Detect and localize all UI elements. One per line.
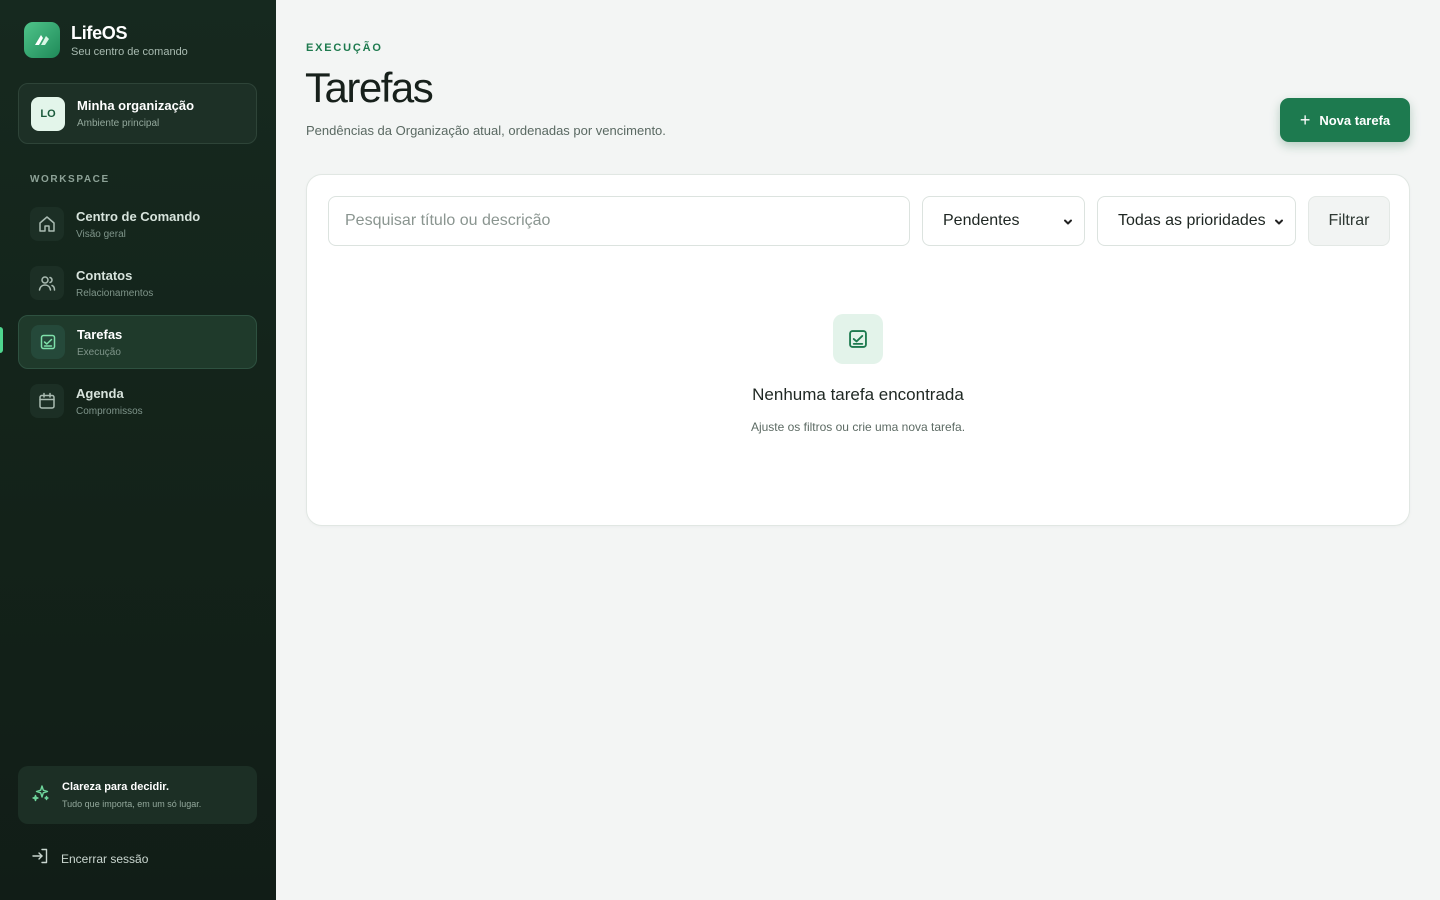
empty-task-icon <box>833 314 883 364</box>
plus-icon: + <box>1299 110 1311 130</box>
sidebar-item-sub: Visão geral <box>76 228 126 240</box>
logo-icon <box>24 22 60 58</box>
organization-switcher[interactable]: LO Minha organização Ambiente principal <box>18 83 257 144</box>
sidebar-item-label: Contatos <box>76 267 133 283</box>
task-check-icon <box>31 325 65 359</box>
brand-tagline: Seu centro de comando <box>71 45 188 58</box>
tip-title: Clareza para decidir. <box>62 781 169 793</box>
tip-card: Clareza para decidir. Tudo que importa, … <box>18 766 257 824</box>
logout-button[interactable]: Encerrar sessão <box>31 847 148 870</box>
status-select[interactable]: Pendentes <box>922 196 1085 246</box>
priority-select[interactable]: Todas as prioridades <box>1097 196 1296 246</box>
tasks-panel: Pendentes Todas as prioridades Filtrar N… <box>306 174 1410 526</box>
filter-button[interactable]: Filtrar <box>1308 196 1390 246</box>
main-content: EXECUÇÃO Tarefas Pendências da Organizaç… <box>276 0 1440 900</box>
page-eyebrow: EXECUÇÃO <box>306 42 383 54</box>
status-select-value: Pendentes <box>943 212 1020 229</box>
sidebar-item-sub: Relacionamentos <box>76 287 154 299</box>
sidebar-item-label: Centro de Comando <box>76 208 201 224</box>
sidebar-item-sub: Execução <box>77 346 121 358</box>
logout-label: Encerrar sessão <box>61 851 149 866</box>
sidebar-item-agenda[interactable]: Agenda Compromissos <box>18 374 257 428</box>
sidebar-item-label: Tarefas <box>77 326 123 342</box>
priority-select-value: Todas as prioridades <box>1118 212 1266 229</box>
chevron-down-icon <box>1273 215 1285 233</box>
active-indicator <box>0 327 3 353</box>
home-icon <box>30 207 64 241</box>
sidebar: LifeOS Seu centro de comando LO Minha or… <box>0 0 276 900</box>
chevron-down-icon <box>1062 215 1074 233</box>
page-title: Tarefas <box>305 64 434 111</box>
brand[interactable]: LifeOS Seu centro de comando <box>24 22 188 58</box>
new-task-label: Nova tarefa <box>1319 112 1391 128</box>
sidebar-item-tarefas[interactable]: Tarefas Execução <box>18 315 257 369</box>
users-icon <box>30 266 64 300</box>
empty-state-title: Nenhuma tarefa encontrada <box>752 385 964 404</box>
org-name: Minha organização <box>77 98 195 113</box>
brand-name: LifeOS <box>71 22 128 43</box>
sidebar-item-sub: Compromissos <box>76 405 143 417</box>
search-input[interactable] <box>328 196 910 246</box>
sidebar-item-contatos[interactable]: Contatos Relacionamentos <box>18 256 257 310</box>
calendar-icon <box>30 384 64 418</box>
empty-state-subtitle: Ajuste os filtros ou crie uma nova taref… <box>750 420 966 434</box>
sidebar-item-centro-de-comando[interactable]: Centro de Comando Visão geral <box>18 197 257 251</box>
new-task-button[interactable]: + Nova tarefa <box>1280 98 1410 142</box>
org-sub: Ambiente principal <box>77 118 160 129</box>
logout-icon <box>31 847 49 870</box>
section-label-workspace: WORKSPACE <box>30 174 110 185</box>
page-description: Pendências da Organização atual, ordenad… <box>306 123 666 138</box>
org-avatar: LO <box>31 96 65 131</box>
sparkles-icon <box>31 783 51 808</box>
tip-sub: Tudo que importa, em um só lugar. <box>62 799 202 809</box>
sidebar-item-label: Agenda <box>76 385 124 401</box>
